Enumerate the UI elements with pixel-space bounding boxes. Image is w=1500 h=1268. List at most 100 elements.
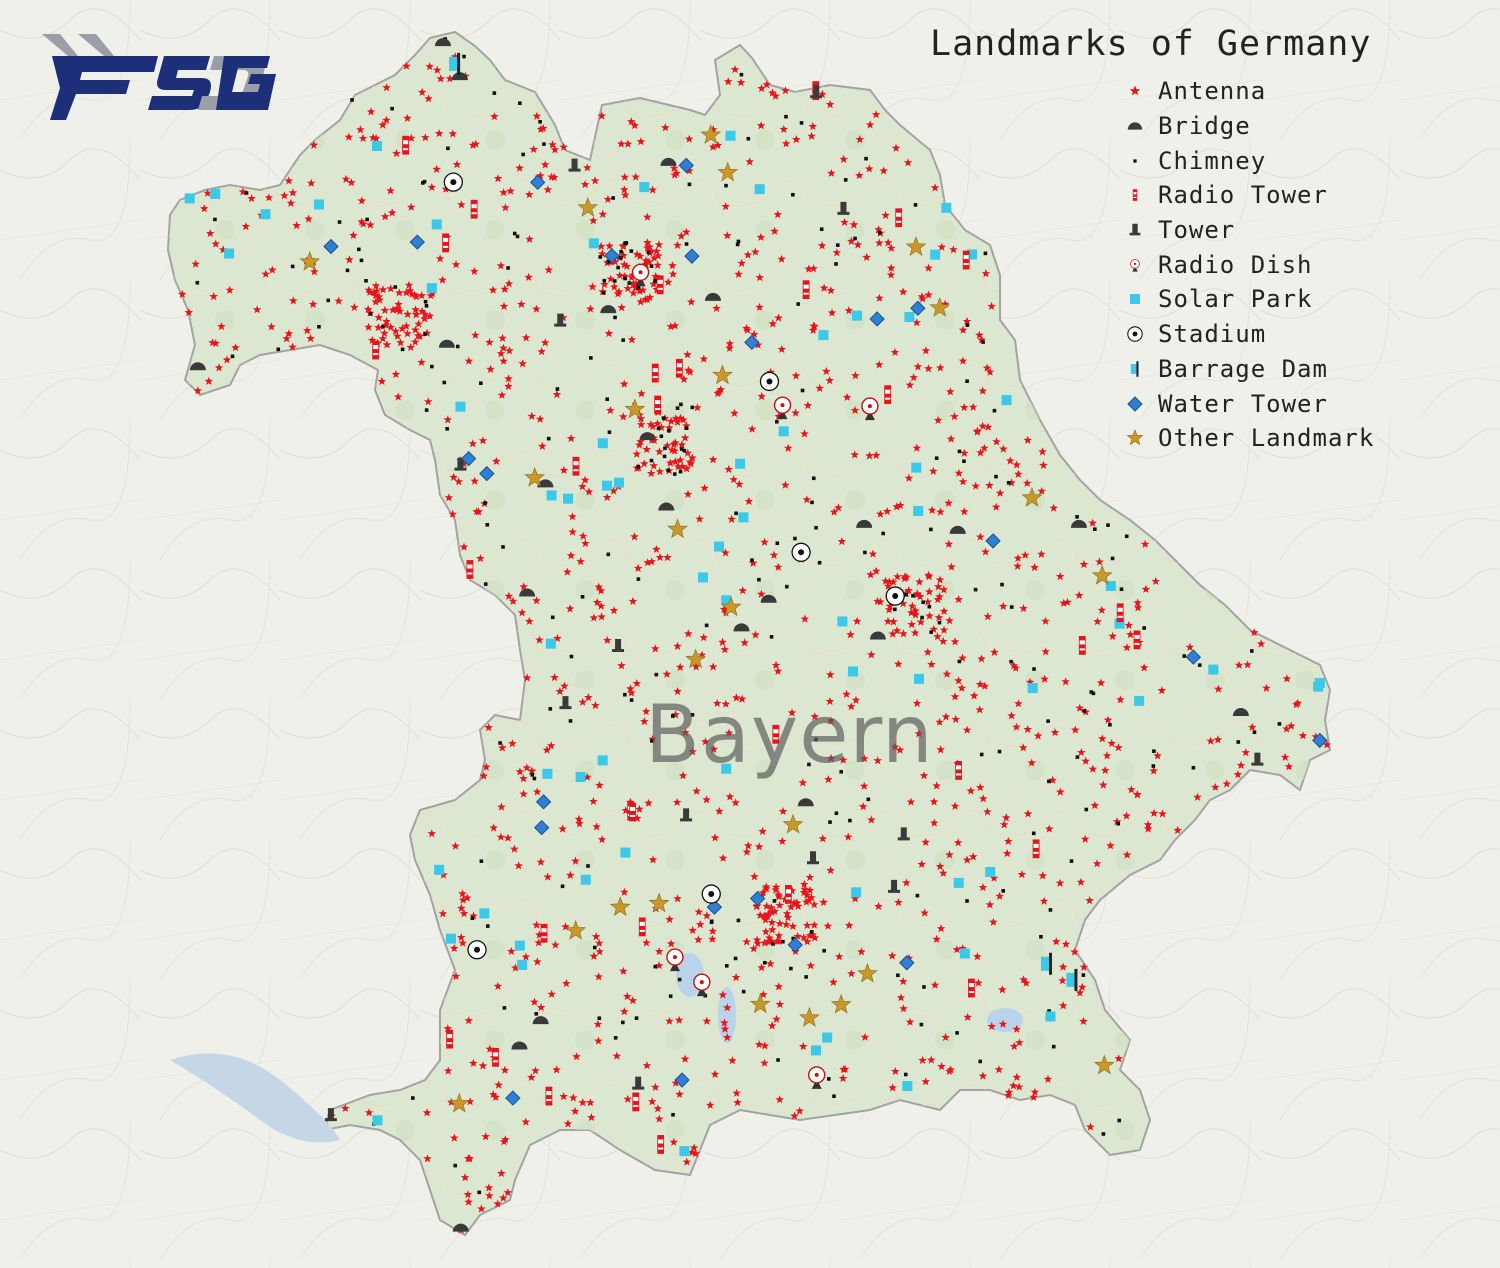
chimney-marker bbox=[501, 545, 505, 549]
radio-tower-marker bbox=[446, 1029, 453, 1049]
legend-item-antenna: Antenna bbox=[1122, 74, 1462, 109]
chimney-marker bbox=[668, 994, 673, 999]
chimney-marker bbox=[741, 989, 746, 994]
chimney-marker bbox=[1093, 527, 1097, 531]
chimney-marker bbox=[619, 249, 623, 254]
chimney-marker bbox=[629, 249, 634, 253]
chimney-marker bbox=[671, 1112, 675, 1117]
chimney-marker bbox=[368, 312, 373, 316]
chimney-marker bbox=[757, 577, 761, 582]
chimney-marker bbox=[675, 406, 680, 410]
barrage-dam-icon bbox=[1122, 358, 1148, 380]
chimney-marker bbox=[981, 340, 985, 344]
chimney-marker bbox=[978, 1059, 983, 1064]
chimney-marker bbox=[739, 72, 744, 77]
chimney-marker bbox=[653, 964, 658, 969]
stadium-icon bbox=[1122, 323, 1148, 345]
chimney-marker bbox=[804, 975, 808, 979]
solar-park-marker bbox=[738, 512, 749, 523]
radio-tower-marker bbox=[545, 1086, 553, 1106]
chimney-marker bbox=[244, 191, 249, 195]
legend-item-solar-park: Solar Park bbox=[1122, 282, 1462, 317]
gold-star-icon bbox=[1122, 427, 1148, 449]
chimney-marker bbox=[848, 818, 852, 823]
solar-park-marker bbox=[1313, 681, 1324, 692]
chimney-marker bbox=[1047, 779, 1051, 784]
chimney-marker bbox=[929, 527, 933, 532]
legend-label: Tower bbox=[1158, 216, 1236, 245]
chimney-marker bbox=[828, 820, 832, 824]
chimney-marker bbox=[462, 54, 466, 59]
solar-park-marker bbox=[479, 908, 490, 919]
chimney-marker bbox=[791, 192, 795, 197]
radio-tower-marker bbox=[895, 208, 903, 228]
map-stage: Bayern Landmarks of Germany Antenna Bridg… bbox=[0, 0, 1500, 1268]
chimney-marker bbox=[793, 536, 797, 541]
chimney-marker bbox=[736, 239, 741, 244]
chimney-marker bbox=[534, 1012, 539, 1016]
chimney-marker bbox=[502, 1006, 507, 1010]
chimney-marker bbox=[662, 454, 667, 459]
chimney-marker bbox=[445, 427, 449, 431]
radio-tower-marker bbox=[466, 560, 474, 579]
chimney-marker bbox=[1089, 690, 1094, 694]
chimney-marker bbox=[290, 264, 295, 269]
chimney-marker bbox=[826, 1077, 831, 1081]
chimney-marker bbox=[601, 291, 606, 295]
chimney-marker bbox=[381, 325, 385, 329]
chimney-marker bbox=[1110, 556, 1115, 561]
chimney-marker bbox=[1191, 765, 1196, 770]
solar-park-marker bbox=[546, 490, 557, 501]
chimney-marker bbox=[937, 620, 942, 625]
chimney-marker bbox=[1182, 654, 1187, 658]
chimney-marker bbox=[666, 468, 671, 473]
solar-park-marker bbox=[372, 1115, 383, 1126]
chimney-marker bbox=[1075, 755, 1080, 759]
chimney-marker bbox=[922, 985, 926, 989]
chimney-marker bbox=[965, 379, 969, 384]
chimney-marker bbox=[424, 304, 429, 308]
chimney-marker bbox=[276, 347, 281, 352]
solar-park-marker bbox=[314, 199, 325, 210]
chimney-marker bbox=[800, 388, 805, 393]
solar-park-marker bbox=[959, 948, 970, 959]
solar-park-icon bbox=[1122, 288, 1148, 310]
chimney-marker bbox=[992, 408, 997, 413]
bridge-arch-icon bbox=[1122, 115, 1148, 137]
solar-park-marker bbox=[902, 1081, 913, 1092]
chimney-marker bbox=[612, 279, 617, 283]
chimney-marker bbox=[957, 659, 962, 664]
radio-tower-marker bbox=[955, 761, 963, 780]
solar-park-marker bbox=[714, 541, 725, 552]
legend-item-radio-dish: Radio Dish bbox=[1122, 247, 1462, 282]
chimney-marker bbox=[423, 299, 428, 304]
chimney-marker bbox=[580, 594, 585, 599]
chimney-marker bbox=[817, 560, 822, 565]
chimney-marker bbox=[649, 264, 654, 268]
legend-label: Antenna bbox=[1158, 77, 1267, 106]
radio-tower-marker bbox=[632, 1092, 640, 1112]
chimney-marker bbox=[442, 380, 447, 385]
chimney-marker bbox=[598, 255, 603, 259]
solar-park-marker bbox=[1027, 683, 1038, 694]
chimney-marker bbox=[1081, 973, 1086, 977]
chimney-marker bbox=[548, 707, 553, 711]
chimney-marker bbox=[1124, 534, 1129, 539]
radio-tower-marker bbox=[372, 340, 380, 360]
chimney-marker bbox=[538, 120, 542, 124]
solar-park-marker bbox=[372, 141, 383, 152]
chimney-marker bbox=[492, 91, 497, 95]
chimney-marker bbox=[1101, 1132, 1106, 1136]
solar-park-marker bbox=[735, 458, 746, 469]
solar-park-marker bbox=[426, 283, 437, 294]
chimney-marker bbox=[653, 279, 657, 283]
solar-park-marker bbox=[913, 505, 924, 516]
chimney-marker bbox=[994, 474, 998, 479]
radio-tower-marker bbox=[651, 363, 659, 383]
stadium-marker bbox=[467, 940, 487, 960]
chimney-marker bbox=[832, 1094, 836, 1099]
chimney-marker bbox=[1152, 749, 1156, 753]
chimney-marker bbox=[853, 236, 857, 241]
chimney-marker bbox=[213, 217, 217, 222]
chimney-marker bbox=[1031, 831, 1036, 836]
